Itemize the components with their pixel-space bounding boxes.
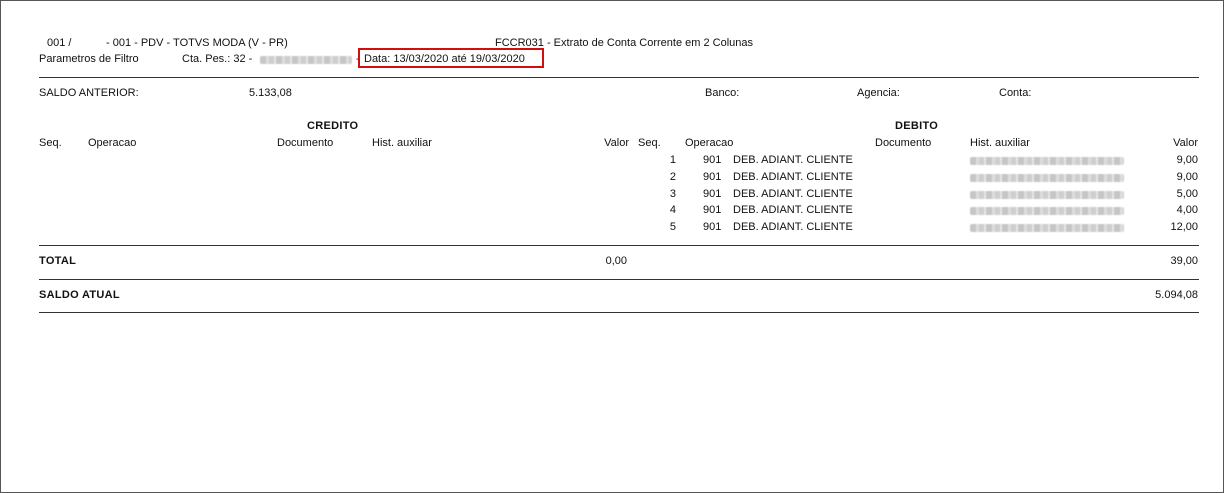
row-value: 9,00 <box>1176 171 1198 183</box>
debit-title: DEBITO <box>895 120 939 132</box>
row-description: DEB. ADIANT. CLIENTE <box>733 221 853 233</box>
redacted-hist <box>970 191 1124 199</box>
credit-total: 0,00 <box>605 255 627 267</box>
credit-col-value: Valor <box>604 137 629 149</box>
row-description: DEB. ADIANT. CLIENTE <box>733 188 853 200</box>
divider <box>39 245 1199 246</box>
filter-label: Parametros de Filtro <box>39 53 139 65</box>
current-balance-label: SALDO ATUAL <box>39 289 120 301</box>
row-code: 901 <box>703 221 722 233</box>
previous-balance-value: 5.133,08 <box>249 87 292 99</box>
credit-col-seq: Seq. <box>39 137 62 149</box>
report-page: 001 / - 001 - PDV - TOTVS MODA (V - PR) … <box>0 0 1224 493</box>
row-seq: 5 <box>669 221 676 233</box>
debit-col-document: Documento <box>875 137 932 149</box>
row-value: 12,00 <box>1170 221 1198 233</box>
row-description: DEB. ADIANT. CLIENTE <box>733 171 853 183</box>
agency-label: Agencia: <box>857 87 900 99</box>
branch-name: - 001 - PDV - TOTVS MODA (V - PR) <box>106 37 288 49</box>
current-balance-value: 5.094,08 <box>1155 289 1198 301</box>
row-code: 901 <box>703 204 722 216</box>
debit-col-operation: Operacao <box>685 137 734 149</box>
row-seq: 4 <box>669 204 676 216</box>
row-code: 901 <box>703 188 722 200</box>
divider <box>39 279 1199 280</box>
redacted-hist <box>970 174 1124 182</box>
divider <box>39 77 1199 78</box>
company-code: 001 / <box>47 37 72 49</box>
previous-balance-label: SALDO ANTERIOR: <box>39 87 139 99</box>
debit-col-hist: Hist. auxiliar <box>970 137 1030 149</box>
account-prefix: Cta. Pes.: 32 - <box>182 53 253 65</box>
row-code: 901 <box>703 171 722 183</box>
total-label: TOTAL <box>39 255 77 267</box>
credit-col-hist: Hist. auxiliar <box>372 137 432 149</box>
row-description: DEB. ADIANT. CLIENTE <box>733 154 853 166</box>
row-seq: 3 <box>669 188 676 200</box>
row-seq: 1 <box>669 154 676 166</box>
row-value: 5,00 <box>1176 188 1198 200</box>
row-description: DEB. ADIANT. CLIENTE <box>733 204 853 216</box>
credit-title: CREDITO <box>307 120 359 132</box>
account-label: Conta: <box>999 87 1032 99</box>
row-code: 901 <box>703 154 722 166</box>
debit-total: 39,00 <box>1170 255 1198 267</box>
redacted-hist <box>970 157 1124 165</box>
date-range: Data: 13/03/2020 até 19/03/2020 <box>364 53 525 65</box>
redacted-account-name <box>260 56 352 64</box>
credit-col-operation: Operacao <box>88 137 137 149</box>
divider <box>39 312 1199 313</box>
credit-col-document: Documento <box>277 137 334 149</box>
row-value: 9,00 <box>1176 154 1198 166</box>
row-value: 4,00 <box>1176 204 1198 216</box>
row-seq: 2 <box>669 171 676 183</box>
redacted-hist <box>970 207 1124 215</box>
redacted-hist <box>970 224 1124 232</box>
debit-col-seq: Seq. <box>638 137 661 149</box>
debit-col-value: Valor <box>1173 137 1198 149</box>
bank-label: Banco: <box>705 87 740 99</box>
